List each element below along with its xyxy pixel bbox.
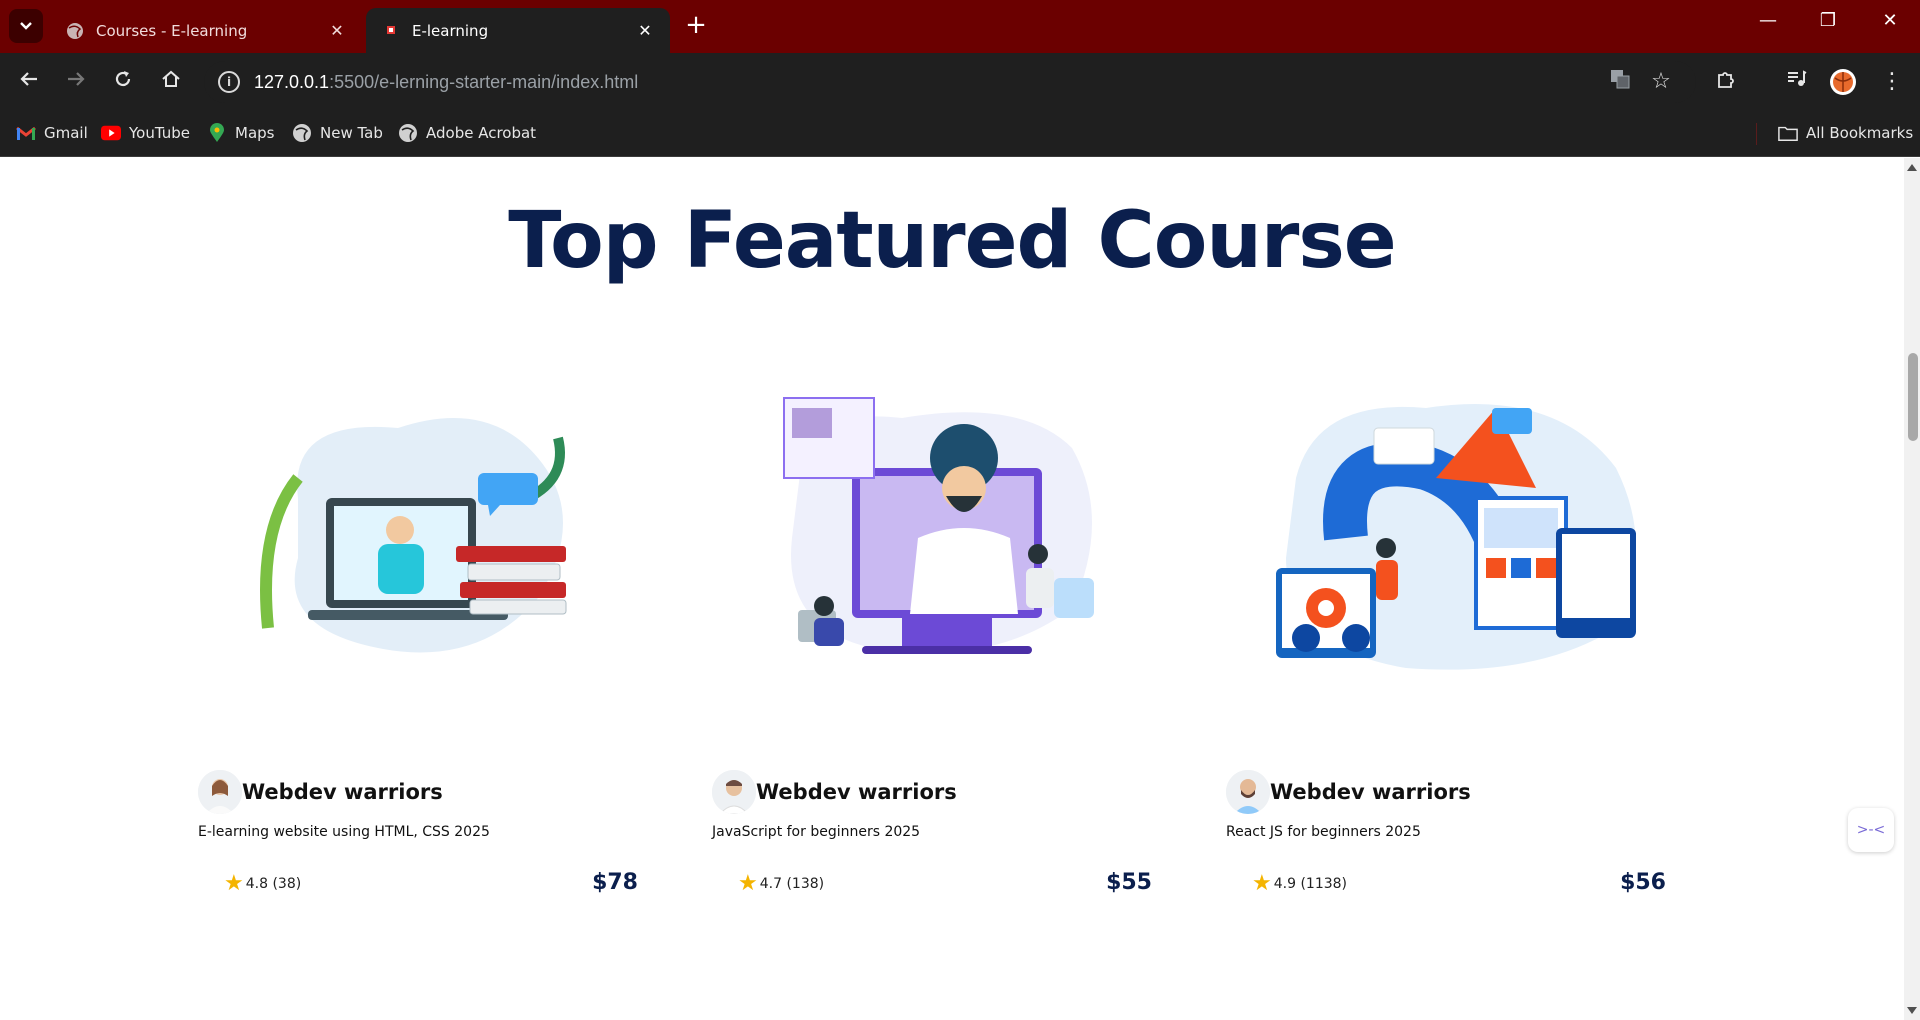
bookmark-gmail[interactable]: Gmail [16, 123, 88, 143]
rating: ★ 4.8 (38) [224, 871, 302, 896]
scroll-down-icon[interactable] [1907, 1007, 1917, 1014]
author-row: Webdev warriors [198, 770, 443, 814]
globe-icon [292, 123, 312, 143]
menu-dots-icon[interactable]: ⋮ [1878, 68, 1906, 96]
page-scrollbar[interactable] [1904, 158, 1920, 1020]
profile-avatar[interactable] [1829, 68, 1857, 96]
home-icon[interactable] [157, 68, 185, 96]
video-call-illustration [783, 397, 1094, 654]
minimize-icon[interactable]: — [1748, 10, 1788, 31]
star-icon: ★ [224, 871, 244, 896]
browser-toolbar: i 127.0.0.1:5500/e-lerning-starter-main/… [0, 53, 1920, 111]
bookmark-adobe-acrobat[interactable]: Adobe Acrobat [398, 123, 536, 143]
address-bar[interactable]: i 127.0.0.1:5500/e-lerning-starter-main/… [204, 61, 1696, 103]
close-icon[interactable]: ✕ [326, 21, 348, 40]
course-title[interactable]: E-learning website using HTML, CSS 2025 [198, 824, 490, 840]
extensions-icon[interactable] [1712, 68, 1740, 96]
restore-icon[interactable]: ❐ [1808, 10, 1848, 31]
forward-icon[interactable] [62, 68, 90, 96]
course-card[interactable]: Webdev warriors React JS for beginners 2… [1226, 378, 1666, 908]
avatar [712, 770, 756, 814]
url-text[interactable]: 127.0.0.1:5500/e-lerning-starter-main/in… [254, 72, 638, 93]
tab-courses[interactable]: Courses - E-learning ✕ [50, 8, 362, 53]
close-window-icon[interactable]: ✕ [1870, 10, 1910, 31]
course-price: $56 [1620, 870, 1666, 895]
author-name[interactable]: Webdev warriors [756, 780, 957, 804]
page-title: Top Featured Course [508, 196, 1396, 286]
site-favicon-icon [387, 25, 395, 34]
bookmark-star-icon[interactable]: ☆ [1647, 68, 1675, 96]
tab-strip: Courses - E-learning ✕ E-learning ✕ + — … [0, 0, 1920, 53]
developers-illustration [1276, 404, 1636, 670]
tab-title: E-learning [412, 21, 489, 40]
media-control-icon[interactable] [1782, 68, 1810, 96]
gmail-icon [16, 123, 36, 143]
rating: ★ 4.9 (1138) [1252, 871, 1348, 896]
chevron-down-icon [20, 22, 32, 30]
all-bookmarks-button[interactable]: All Bookmarks [1778, 123, 1913, 143]
author-name[interactable]: Webdev warriors [242, 780, 443, 804]
author-row: Webdev warriors [1226, 770, 1471, 814]
tab-title: Courses - E-learning [96, 21, 248, 40]
maps-icon [207, 123, 227, 143]
globe-icon [398, 123, 418, 143]
bookmark-divider [1756, 123, 1757, 145]
author-name[interactable]: Webdev warriors [1270, 780, 1471, 804]
page-viewport: Top Featured Course Webdev warriors E-le… [0, 158, 1904, 1020]
globe-icon [67, 22, 83, 39]
avatar [198, 770, 242, 814]
course-card[interactable]: Webdev warriors JavaScript for beginners… [712, 378, 1152, 908]
course-price: $78 [592, 870, 638, 895]
avatar [1226, 770, 1270, 814]
course-card[interactable]: Webdev warriors E-learning website using… [198, 378, 638, 908]
course-price: $55 [1106, 870, 1152, 895]
scroll-thumb[interactable] [1908, 353, 1918, 441]
star-icon: ★ [738, 871, 758, 896]
new-tab-button[interactable]: + [682, 12, 710, 40]
back-icon[interactable] [15, 68, 43, 96]
tab-elearning[interactable]: E-learning ✕ [366, 8, 670, 53]
bookmark-youtube[interactable]: YouTube [101, 123, 190, 143]
youtube-icon [101, 123, 121, 143]
course-title[interactable]: JavaScript for beginners 2025 [712, 824, 920, 840]
scroll-up-icon[interactable] [1907, 164, 1917, 171]
bookmark-maps[interactable]: Maps [207, 123, 274, 143]
star-icon: ★ [1252, 871, 1272, 896]
author-row: Webdev warriors [712, 770, 957, 814]
laptop-books-illustration [260, 418, 567, 653]
course-title[interactable]: React JS for beginners 2025 [1226, 824, 1421, 840]
folder-icon [1778, 123, 1798, 143]
bookmarks-bar: Gmail YouTube Maps New Tab Adobe Acrobat… [0, 111, 1920, 157]
close-icon[interactable]: ✕ [634, 21, 656, 40]
reload-icon[interactable] [109, 68, 137, 96]
site-info-icon[interactable]: i [218, 71, 240, 93]
bookmark-new-tab[interactable]: New Tab [292, 123, 383, 143]
rating: ★ 4.7 (138) [738, 871, 825, 896]
tab-search-button[interactable] [9, 9, 43, 43]
floating-code-button[interactable]: >-< [1848, 808, 1894, 852]
translate-icon[interactable] [1606, 68, 1634, 96]
